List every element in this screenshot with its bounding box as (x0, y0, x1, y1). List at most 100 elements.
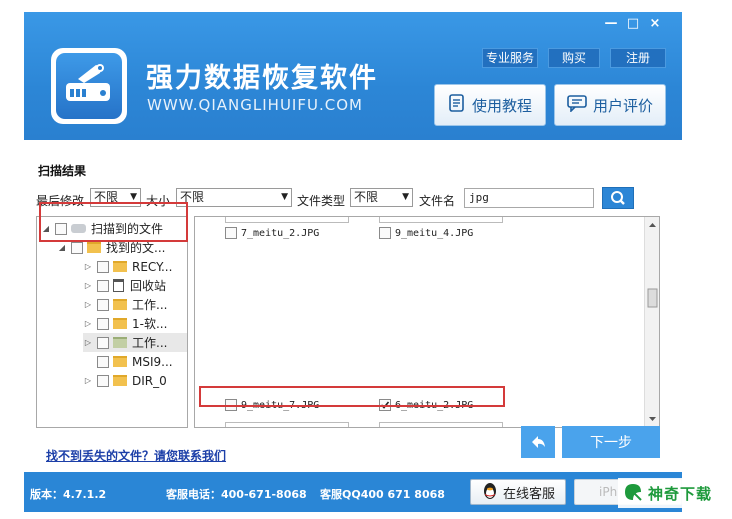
recycle-bin-icon (113, 279, 124, 292)
review-button[interactable]: 用户评价 (554, 84, 666, 126)
contact-link[interactable]: 找不到丢失的文件？请您联系我们 (46, 447, 226, 464)
file-name: 9_meitu_4.JPG (395, 227, 474, 239)
footer: 版本：4.7.1.2 客服电话：400-671-8068 客服QQ400 671… (24, 472, 682, 512)
tree-item[interactable]: ▷ 工作... (83, 295, 168, 314)
close-button[interactable]: × (646, 16, 664, 32)
thumbnail-frame (225, 422, 349, 427)
tree-checkbox[interactable] (71, 241, 83, 254)
tree-root-label: 扫描到的文件 (91, 222, 164, 236)
watermark-text: 神奇下载 (648, 484, 713, 503)
tree-item-label: 1-软... (132, 317, 168, 331)
folder-icon (113, 299, 127, 310)
review-label: 用户评价 (592, 96, 653, 115)
folder-icon (113, 356, 127, 367)
magnifier-icon (603, 191, 633, 211)
maximize-button[interactable]: □ (624, 16, 642, 32)
tree-root[interactable]: ◢ 扫描到的文件 (41, 219, 163, 238)
back-button[interactable] (521, 426, 555, 458)
pro-service-link[interactable]: 专业服务 (482, 48, 538, 68)
phone-text: 客服电话：400-671-8068 (166, 488, 307, 501)
file-item[interactable]: 9_meitu_4.JPG (379, 227, 473, 239)
minimize-button[interactable]: — (602, 16, 620, 32)
tree-item[interactable]: MSI9... (83, 352, 173, 371)
file-type-select[interactable]: 不限 ▼ (350, 188, 413, 207)
file-checkbox[interactable] (225, 227, 237, 239)
hard-drive-wrench-icon (56, 53, 122, 119)
collapsed-icon[interactable]: ▷ (83, 300, 93, 309)
tree-item[interactable]: ▷ 1-软... (83, 314, 168, 333)
main-panel: 扫描结果 最后修改 不限 ▼ 大小 不限 ▼ 文件类型 不限 ▼ 文件名 jpg ◢ … (24, 140, 682, 472)
chat-icon (567, 94, 587, 116)
next-button[interactable]: 下一步 (562, 426, 660, 458)
app-logo (51, 48, 127, 124)
file-checkbox[interactable] (379, 227, 391, 239)
file-checkbox-checked[interactable] (379, 399, 391, 411)
chevron-down-icon: ▼ (130, 192, 137, 202)
tree-item-label: DIR_0 (132, 373, 167, 388)
modified-select[interactable]: 不限 ▼ (90, 188, 141, 207)
tree-checkbox[interactable] (97, 298, 109, 311)
file-item[interactable]: 7_meitu_2.JPG (225, 227, 319, 239)
vertical-scrollbar[interactable] (644, 217, 659, 427)
collapsed-icon[interactable]: ▷ (83, 281, 93, 290)
app-window: — □ × 强力数据恢复软件 WWW.QIANGLIHUIFU.COM 专业服务… (24, 12, 682, 512)
collapsed-icon[interactable]: ▷ (83, 262, 93, 271)
file-type-value: 不限 (354, 190, 379, 204)
modified-value: 不限 (94, 190, 119, 204)
app-url: WWW.QIANGLIHUIFU.COM (147, 96, 363, 114)
tutorial-button[interactable]: 使用教程 (434, 84, 546, 126)
folder-icon (113, 261, 127, 272)
buy-link[interactable]: 购买 (548, 48, 600, 68)
file-grid[interactable]: 7_meitu_2.JPG 9_meitu_4.JPG 9_meitu_7.JP… (194, 216, 660, 428)
folder-tree[interactable]: ◢ 扫描到的文件 ◢ 找到的文... ▷ RECY... ▷ 回收站 ▷ 工作.… (36, 216, 188, 428)
header: — □ × 强力数据恢复软件 WWW.QIANGLIHUIFU.COM 专业服务… (24, 12, 682, 140)
tutorial-label: 使用教程 (471, 96, 532, 115)
tree-item-label: 工作... (132, 298, 168, 312)
tree-item[interactable]: ▷ RECY... (83, 257, 173, 276)
app-title: 强力数据恢复软件 (146, 63, 378, 94)
tree-item[interactable]: ▷ 回收站 (83, 276, 166, 295)
size-select[interactable]: 不限 ▼ (176, 188, 292, 207)
drive-icon (71, 224, 86, 233)
tree-item-label: MSI9... (132, 354, 173, 369)
file-name: 6_meitu_2.JPG (395, 399, 474, 411)
tree-checkbox[interactable] (97, 279, 109, 292)
tree-item[interactable]: ▷ DIR_0 (83, 371, 167, 390)
watermark: 神奇下载 (618, 478, 730, 508)
tree-item[interactable]: ▷ 工作... (83, 333, 187, 352)
register-link[interactable]: 注册 (610, 48, 666, 68)
tree-found-label: 找到的文... (106, 241, 166, 255)
online-service-label: 在线客服 (502, 486, 555, 502)
expand-icon[interactable]: ◢ (41, 224, 51, 233)
tree-checkbox[interactable] (97, 355, 109, 368)
collapsed-icon[interactable]: ▷ (83, 319, 93, 328)
tree-found-folder[interactable]: ◢ 找到的文... (57, 238, 166, 257)
tree-checkbox[interactable] (97, 260, 109, 273)
file-name-label: 文件名 (419, 194, 456, 208)
folder-icon (113, 318, 127, 329)
folder-icon (87, 242, 101, 253)
file-checkbox[interactable] (225, 399, 237, 411)
size-value: 不限 (180, 190, 205, 204)
thumbnail-frame (225, 217, 349, 223)
tree-checkbox[interactable] (55, 222, 67, 235)
tree-checkbox[interactable] (97, 374, 109, 387)
document-icon (448, 94, 466, 116)
file-item[interactable]: 6_meitu_2.JPG (379, 399, 473, 411)
expand-icon[interactable]: ◢ (57, 243, 67, 252)
online-service-button[interactable]: 在线客服 (470, 479, 566, 505)
tree-checkbox[interactable] (97, 317, 109, 330)
folder-icon (113, 337, 127, 348)
file-name: 7_meitu_2.JPG (241, 227, 320, 239)
file-type-label: 文件类型 (297, 194, 346, 208)
collapsed-icon[interactable]: ▷ (83, 376, 93, 385)
tree-checkbox[interactable] (97, 336, 109, 349)
qq-text: 客服QQ400 671 8068 (320, 488, 445, 501)
chevron-down-icon: ▼ (402, 192, 409, 202)
scan-results-title: 扫描结果 (38, 164, 87, 178)
chevron-down-icon: ▼ (281, 192, 288, 202)
file-name-input[interactable]: jpg (464, 188, 594, 208)
file-item[interactable]: 9_meitu_7.JPG (225, 399, 319, 411)
search-button[interactable] (602, 187, 634, 209)
collapsed-icon[interactable]: ▷ (83, 338, 93, 347)
